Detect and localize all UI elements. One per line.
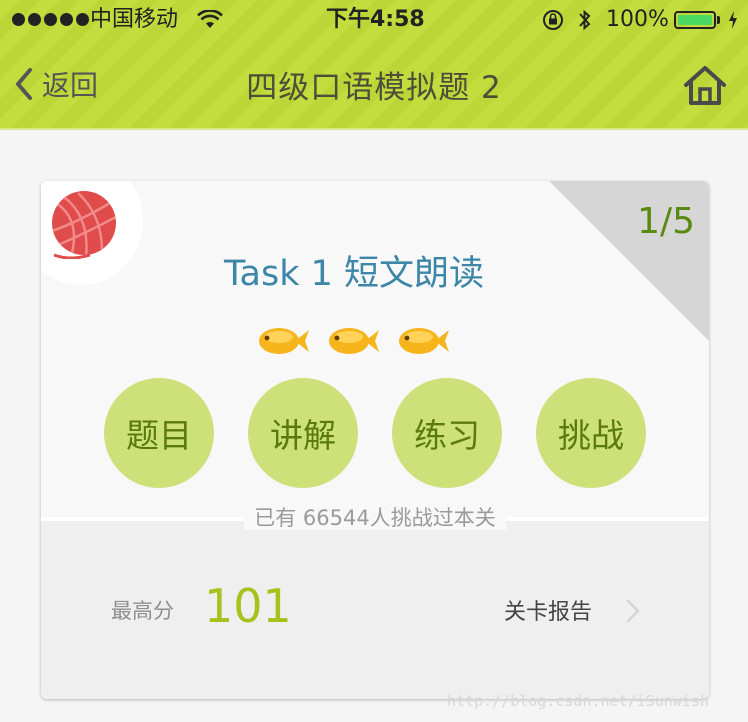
task-card: 1/5 Task 1 短文朗读 题目 讲解 练习 挑战 最高分 101 关卡报告… — [41, 181, 709, 699]
best-score-value: 101 — [204, 579, 292, 633]
status-time: 下午4:58 — [326, 7, 425, 32]
fish-rating — [257, 324, 457, 358]
signal-strength-icon — [12, 13, 89, 26]
battery-tip — [717, 16, 720, 24]
best-score-label: 最高分 — [111, 599, 174, 623]
bluetooth-icon — [579, 9, 591, 31]
battery-percent: 100% — [606, 7, 669, 32]
chevron-right-icon[interactable] — [625, 598, 641, 624]
explanation-button[interactable]: 讲解 — [248, 378, 358, 488]
app-header: 中国移动 下午4:58 100% 返回 四级口语模拟题 2 — [0, 0, 748, 130]
battery-icon — [674, 11, 716, 29]
rotation-lock-icon — [543, 10, 563, 30]
score-section: 最高分 101 关卡报告 — [41, 521, 709, 699]
wifi-icon — [197, 10, 223, 28]
navigation-bar: 返回 四级口语模拟题 2 — [0, 40, 748, 128]
challenge-button[interactable]: 挑战 — [536, 378, 646, 488]
status-bar: 中国移动 下午4:58 100% — [0, 0, 748, 40]
practice-button[interactable]: 练习 — [392, 378, 502, 488]
task-title: Task 1 短文朗读 — [223, 254, 485, 294]
challenge-count: 已有 66544人挑战过本关 — [41, 503, 709, 533]
fish-icon — [329, 328, 379, 354]
action-buttons: 题目 讲解 练习 挑战 — [104, 378, 664, 488]
level-report-link[interactable]: 关卡报告 — [504, 594, 592, 626]
charging-bolt-icon — [729, 11, 737, 29]
carrier-name: 中国移动 — [90, 7, 179, 32]
home-icon[interactable] — [682, 64, 728, 106]
challenge-count-text: 已有 66544人挑战过本关 — [244, 506, 506, 530]
watermark: http://blog.csdn.net/iSunwish — [447, 692, 709, 710]
page-indicator: 1/5 — [637, 201, 695, 242]
fish-icon — [259, 328, 309, 354]
fish-icon — [399, 328, 449, 354]
page-title: 四级口语模拟题 2 — [246, 70, 502, 106]
question-button[interactable]: 题目 — [104, 378, 214, 488]
